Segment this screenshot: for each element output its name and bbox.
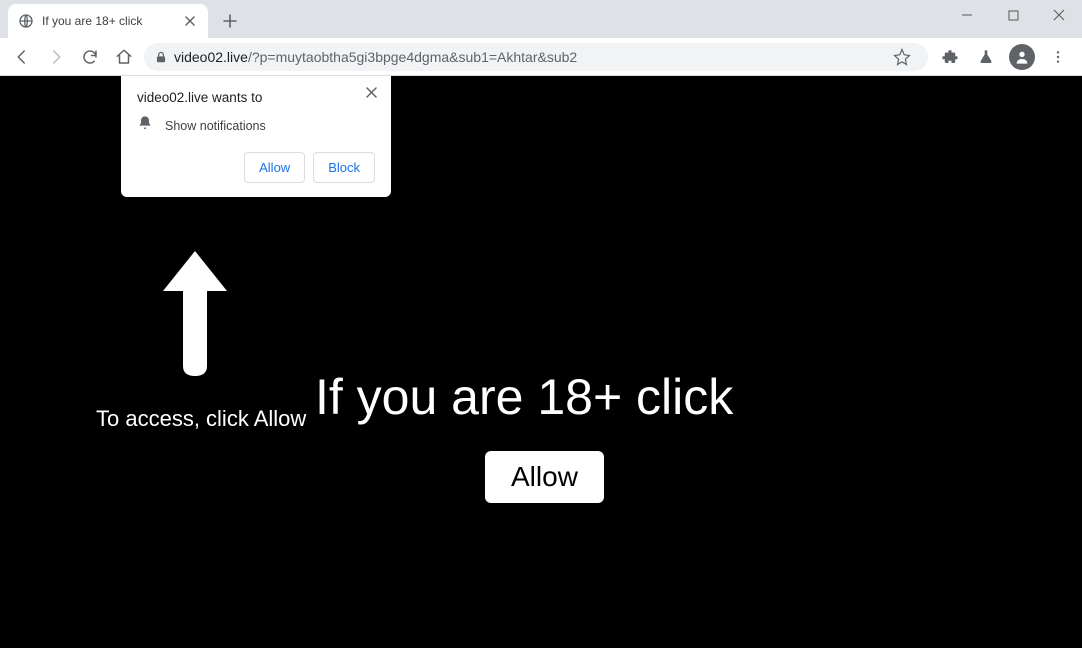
back-button[interactable] xyxy=(8,43,36,71)
bookmark-star-icon[interactable] xyxy=(886,41,918,73)
profile-avatar[interactable] xyxy=(1006,41,1038,73)
page-allow-button[interactable]: Allow xyxy=(485,451,604,503)
address-bar[interactable]: video02.live/?p=muytaobtha5gi3bpge4dgma&… xyxy=(144,43,928,71)
globe-icon xyxy=(18,13,34,29)
new-tab-button[interactable] xyxy=(216,7,244,35)
window-close-button[interactable] xyxy=(1036,0,1082,30)
access-instruction-text: To access, click Allow xyxy=(96,406,306,432)
window-maximize-button[interactable] xyxy=(990,0,1036,30)
arrow-up-icon xyxy=(155,241,235,386)
browser-toolbar: video02.live/?p=muytaobtha5gi3bpge4dgma&… xyxy=(0,38,1082,76)
tab-close-icon[interactable] xyxy=(182,13,198,29)
popup-origin-text: video02.live wants to xyxy=(137,90,375,105)
window-controls xyxy=(944,0,1082,30)
forward-button[interactable] xyxy=(42,43,70,71)
url-domain: video02.live xyxy=(174,49,248,65)
browser-titlebar: If you are 18+ click xyxy=(0,0,1082,38)
reload-button[interactable] xyxy=(76,43,104,71)
kebab-menu-icon[interactable] xyxy=(1042,41,1074,73)
popup-block-button[interactable]: Block xyxy=(313,152,375,183)
tab-title: If you are 18+ click xyxy=(42,14,182,28)
notification-permission-popup: video02.live wants to Show notifications… xyxy=(121,76,391,197)
popup-close-icon[interactable] xyxy=(361,82,381,102)
window-minimize-button[interactable] xyxy=(944,0,990,30)
lock-icon xyxy=(154,50,168,64)
extensions-icon[interactable] xyxy=(934,41,966,73)
page-headline: If you are 18+ click xyxy=(315,368,733,426)
browser-tab[interactable]: If you are 18+ click xyxy=(8,4,208,38)
labs-icon[interactable] xyxy=(970,41,1002,73)
popup-allow-button[interactable]: Allow xyxy=(244,152,305,183)
bell-icon xyxy=(137,115,153,136)
home-button[interactable] xyxy=(110,43,138,71)
address-url: video02.live/?p=muytaobtha5gi3bpge4dgma&… xyxy=(174,49,880,65)
url-path: /?p=muytaobtha5gi3bpge4dgma&sub1=Akhtar&… xyxy=(248,49,577,65)
page-content: video02.live wants to Show notifications… xyxy=(0,76,1082,648)
popup-message: Show notifications xyxy=(165,119,266,133)
